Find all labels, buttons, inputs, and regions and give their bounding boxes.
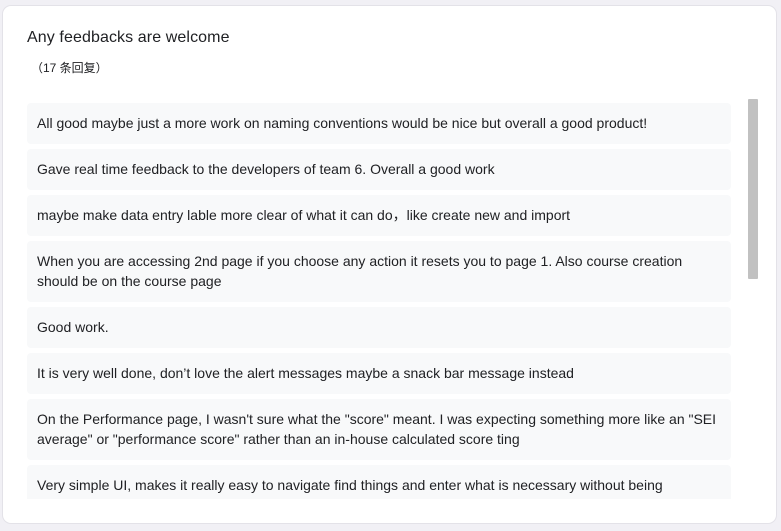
question-title: Any feedbacks are welcome [27, 29, 230, 46]
response-list[interactable]: All good maybe just a more work on namin… [27, 103, 731, 499]
response-item: Good work. [27, 307, 731, 348]
response-item: Very simple UI, makes it really easy to … [27, 465, 731, 499]
response-item: When you are accessing 2nd page if you c… [27, 241, 731, 302]
question-response-card: Any feedbacks are welcome （17 条回复） All g… [3, 6, 776, 523]
response-item: On the Performance page, I wasn't sure w… [27, 399, 731, 460]
response-item: All good maybe just a more work on namin… [27, 103, 731, 144]
scrollbar-thumb[interactable] [748, 99, 758, 279]
response-count: （17 条回复） [31, 61, 108, 75]
response-item: It is very well done, don’t love the ale… [27, 353, 731, 394]
response-item: maybe make data entry lable more clear o… [27, 195, 731, 236]
response-item: Gave real time feedback to the developer… [27, 149, 731, 190]
